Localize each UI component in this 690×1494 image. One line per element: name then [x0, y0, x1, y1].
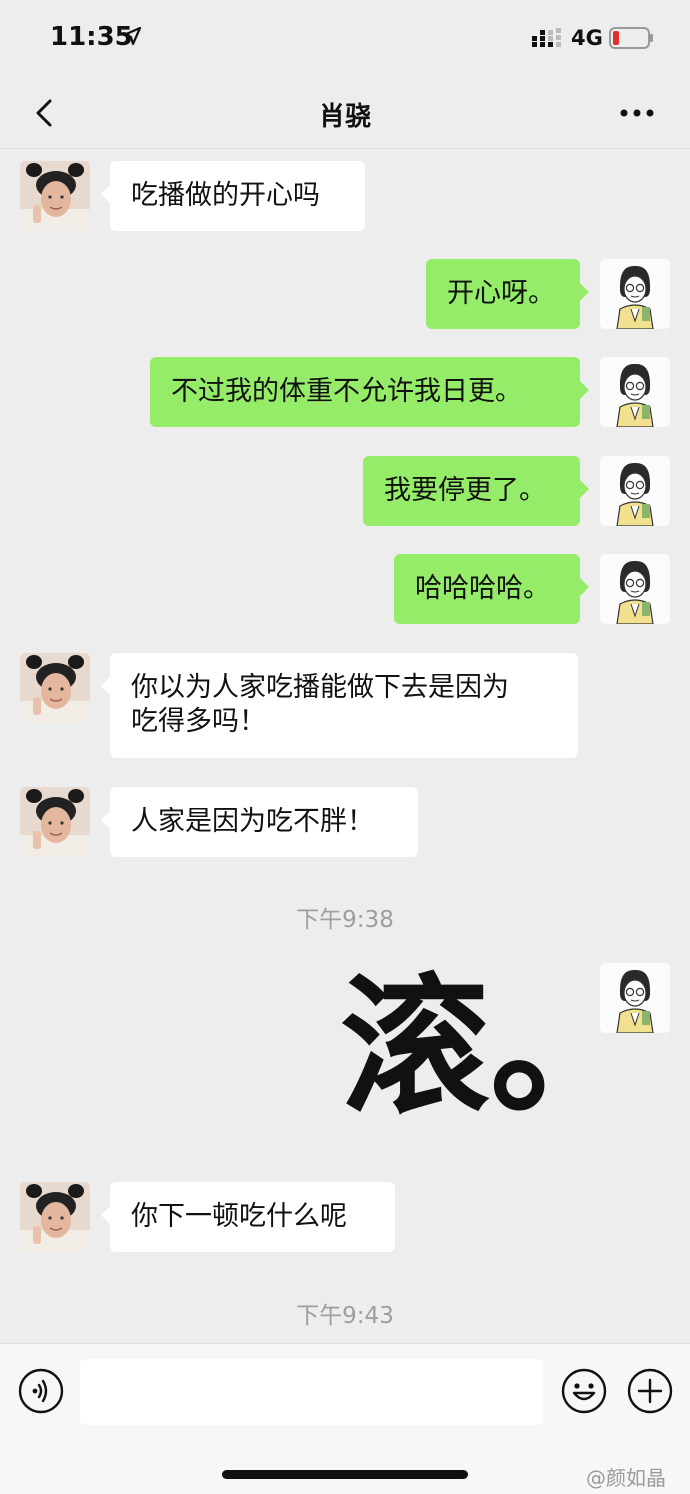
status-time: 11:35 — [50, 22, 133, 52]
battery-icon — [609, 27, 653, 49]
contact-avatar[interactable] — [20, 787, 90, 857]
home-indicator — [222, 1470, 468, 1479]
timestamp: 下午9:38 — [296, 907, 394, 933]
my-avatar[interactable] — [600, 554, 670, 624]
more-options-icon[interactable] — [612, 98, 662, 128]
message-input[interactable] — [80, 1359, 543, 1425]
contact-avatar[interactable] — [20, 1182, 90, 1252]
location-arrow-icon — [122, 26, 142, 46]
contact-avatar[interactable] — [20, 161, 90, 231]
incoming-message[interactable]: 你以为人家吃播能做下去是因为 吃得多吗！ — [101, 653, 578, 758]
contact-avatar[interactable] — [20, 653, 90, 723]
incoming-message[interactable]: 吃播做的开心吗 — [101, 161, 365, 231]
incoming-message[interactable]: 人家是因为吃不胖！ — [101, 787, 418, 857]
outgoing-message[interactable]: 不过我的体重不允许我日更。 — [150, 357, 589, 427]
watermark: @颜如晶 — [586, 1466, 666, 1490]
sticker-message[interactable]: 滚。 — [340, 962, 640, 1132]
my-avatar[interactable] — [600, 456, 670, 526]
voice-input-icon[interactable] — [18, 1368, 64, 1414]
status-bar: 11:35 4G — [0, 0, 690, 78]
incoming-message[interactable]: 你下一顿吃什么呢 — [101, 1182, 395, 1252]
signal-icon — [532, 28, 561, 47]
my-avatar[interactable] — [600, 259, 670, 329]
network-type: 4G — [571, 26, 603, 50]
outgoing-message[interactable]: 我要停更了。 — [363, 456, 589, 526]
outgoing-message[interactable]: 开心呀。 — [426, 259, 589, 329]
timestamp: 下午9:43 — [296, 1303, 394, 1329]
add-more-icon[interactable] — [627, 1368, 673, 1414]
emoji-icon[interactable] — [561, 1368, 607, 1414]
my-avatar[interactable] — [600, 963, 670, 1033]
outgoing-message[interactable]: 哈哈哈哈。 — [394, 554, 589, 624]
my-avatar[interactable] — [600, 357, 670, 427]
chat-header: 肖骁 — [0, 78, 690, 149]
chat-title: 肖骁 — [318, 102, 371, 132]
